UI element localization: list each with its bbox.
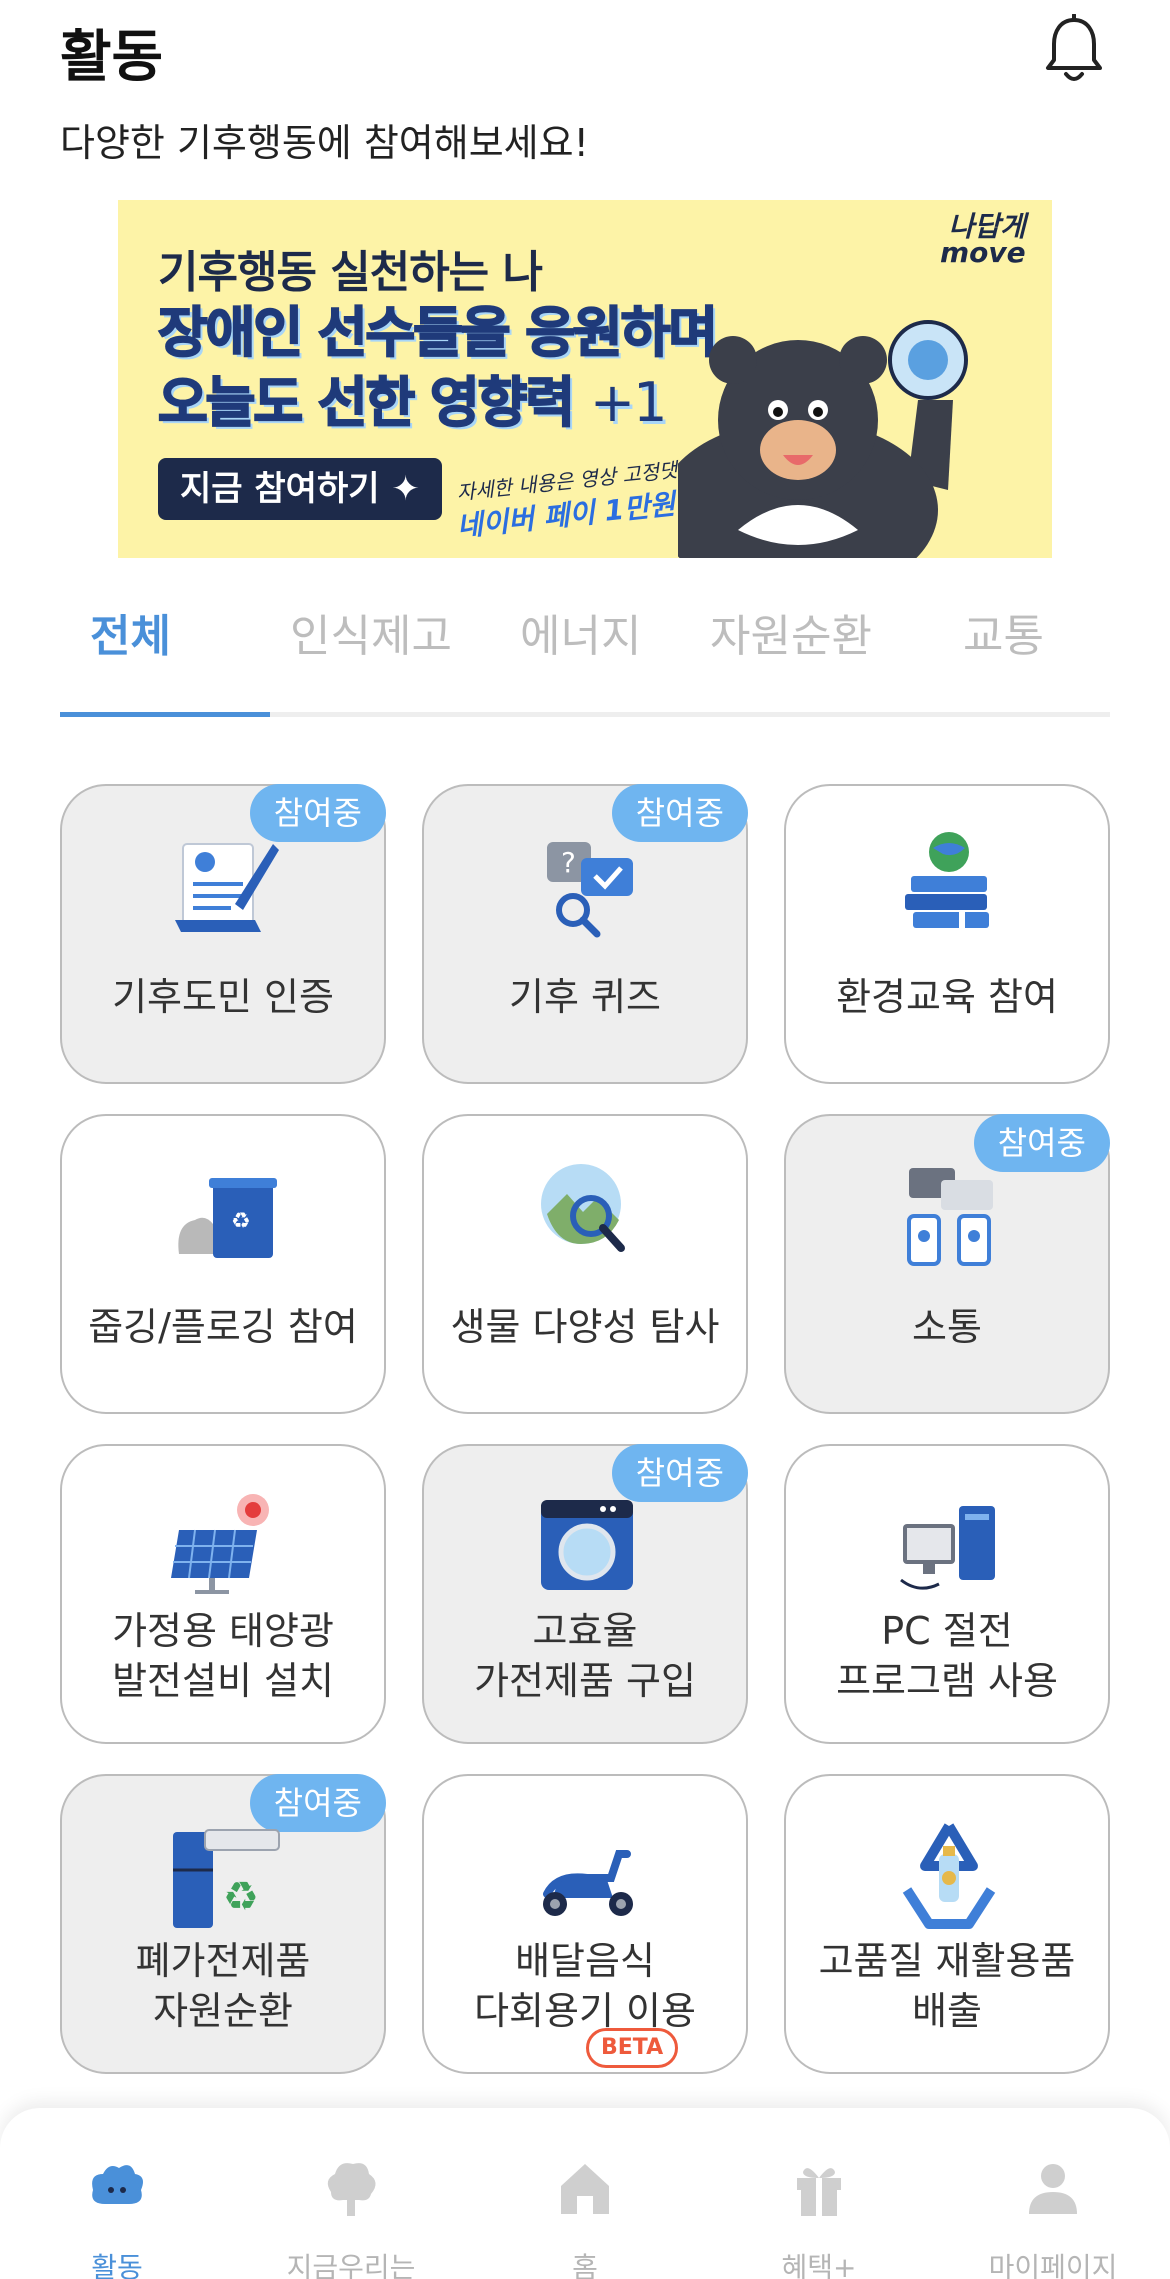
bear-mascot-icon (678, 320, 968, 558)
sparkle-icon: ✦ (391, 469, 420, 509)
activity-label: PC 절전 프로그램 사용 (836, 1609, 1058, 1703)
nav-label: 마이페이지 (988, 2251, 1118, 2279)
activity-card-plogging[interactable]: ♻ 줍깅/플로깅 참여 (60, 1114, 386, 1414)
scooter-icon (543, 1850, 633, 1916)
activity-label: 고품질 재활용품 배출 (818, 1939, 1076, 2033)
tree-icon (327, 2163, 376, 2216)
promo-banner[interactable]: 기후행동 실천하는 나 장애인 선수들을 응원하며 오늘도 선한 영향력 +1 … (118, 200, 1052, 558)
tab-active-indicator (60, 712, 270, 717)
nav-item-benefits[interactable]: 혜택+ (702, 2108, 936, 2279)
person-icon (1029, 2164, 1077, 2214)
tab-transport[interactable]: 교통 (963, 600, 1044, 664)
tab-all[interactable]: 전체 (90, 600, 171, 664)
gift-icon (797, 2168, 841, 2216)
activity-label: 기후 퀴즈 (509, 975, 661, 1019)
page-title: 활동 (60, 25, 164, 90)
activity-card-climate-quiz[interactable]: 참여중 ? 기후 퀴즈 (422, 784, 748, 1084)
pc-icon (900, 1506, 995, 1590)
home-icon (561, 2164, 609, 2214)
brand-logo: 나답게 move (940, 210, 1026, 269)
nav-label: 지금우리는 (286, 2251, 416, 2279)
activity-card-pc-power[interactable]: PC 절전 프로그램 사용 (784, 1444, 1110, 1744)
activity-card-env-education[interactable]: 환경교육 참여 (784, 784, 1110, 1084)
bell-icon[interactable] (1042, 14, 1106, 86)
activity-card-biodiversity[interactable]: 생물 다양성 탐사 (422, 1114, 748, 1414)
washing-machine-icon (541, 1500, 633, 1590)
activity-label: 배달음식 다회용기 이용 (474, 1939, 696, 2033)
recycle-bin-icon: ♻ (178, 1178, 277, 1258)
activity-card-quality-recycling[interactable]: 고품질 재활용품 배출 (784, 1774, 1110, 2074)
category-tabs: 전체 인식제고 에너지 자원순환 교통 (60, 600, 1110, 720)
activity-label: 가정용 태양광 발전설비 설치 (112, 1609, 334, 1703)
activity-card-communication[interactable]: 참여중 소통 (784, 1114, 1110, 1414)
banner-cta-button[interactable]: 지금 참여하기 ✦ (158, 458, 442, 520)
activity-icon (92, 2165, 143, 2204)
activity-card-appliance-recycle[interactable]: 참여중 ♻ 폐가전제품 자원순환 (60, 1774, 386, 2074)
nav-item-home[interactable]: 홈 (468, 2108, 702, 2279)
nav-label: 활동 (91, 2251, 143, 2279)
quiz-icon: ? (547, 842, 633, 938)
nav-label: 혜택+ (781, 2251, 857, 2279)
tab-energy[interactable]: 에너지 (520, 600, 641, 664)
activity-label: 소통 (912, 1305, 982, 1349)
tab-resource-cycle[interactable]: 자원순환 (710, 600, 872, 664)
books-globe-icon (905, 832, 989, 934)
appliance-recycle-icon: ♻ (173, 1829, 280, 1928)
magnifier-globe-icon (541, 1164, 625, 1252)
chat-phones-icon (907, 1168, 993, 1266)
activity-label: 고효율 가전제품 구입 (474, 1609, 696, 1703)
svg-text:?: ? (561, 846, 576, 879)
certificate-icon (175, 843, 279, 932)
bottom-navigation: 활동 지금우리는 홈 혜택+ 마이페이지 (0, 2108, 1170, 2279)
recycle-bottle-icon (902, 1823, 996, 1929)
solar-panel-icon (171, 1494, 269, 1594)
nav-item-mypage[interactable]: 마이페이지 (936, 2108, 1170, 2279)
page-subtitle: 다양한 기후행동에 참여해보세요! (60, 121, 589, 165)
activity-label: 기후도민 인증 (112, 975, 334, 1019)
banner-line-2: 장애인 선수들을 응원하며 (157, 300, 719, 365)
header: 활동 다양한 기후행동에 참여해보세요! (0, 0, 1170, 180)
activity-card-efficient-appliance[interactable]: 참여중 고효율 가전제품 구입 (422, 1444, 748, 1744)
activity-card-solar[interactable]: 가정용 태양광 발전설비 설치 (60, 1444, 386, 1744)
nav-item-now-we[interactable]: 지금우리는 (234, 2108, 468, 2279)
nav-item-activity[interactable]: 활동 (0, 2108, 234, 2279)
activity-label: 환경교육 참여 (836, 975, 1058, 1019)
svg-text:♻: ♻ (231, 1209, 251, 1234)
beta-badge: BETA (586, 2028, 679, 2068)
activity-label: 폐가전제품 자원순환 (135, 1939, 311, 2033)
activity-card-climate-citizen[interactable]: 참여중 기후도민 인증 (60, 784, 386, 1084)
tab-awareness[interactable]: 인식제고 (290, 600, 452, 664)
svg-text:♻: ♻ (223, 1874, 259, 1920)
activity-card-delivery-container[interactable]: 배달음식 다회용기 이용 (422, 1774, 748, 2074)
activity-label: 생물 다양성 탐사 (450, 1305, 720, 1349)
activity-label: 줍깅/플로깅 참여 (88, 1305, 358, 1349)
nav-label: 홈 (572, 2251, 598, 2279)
banner-line-3: 오늘도 선한 영향력 +1 (157, 370, 667, 435)
